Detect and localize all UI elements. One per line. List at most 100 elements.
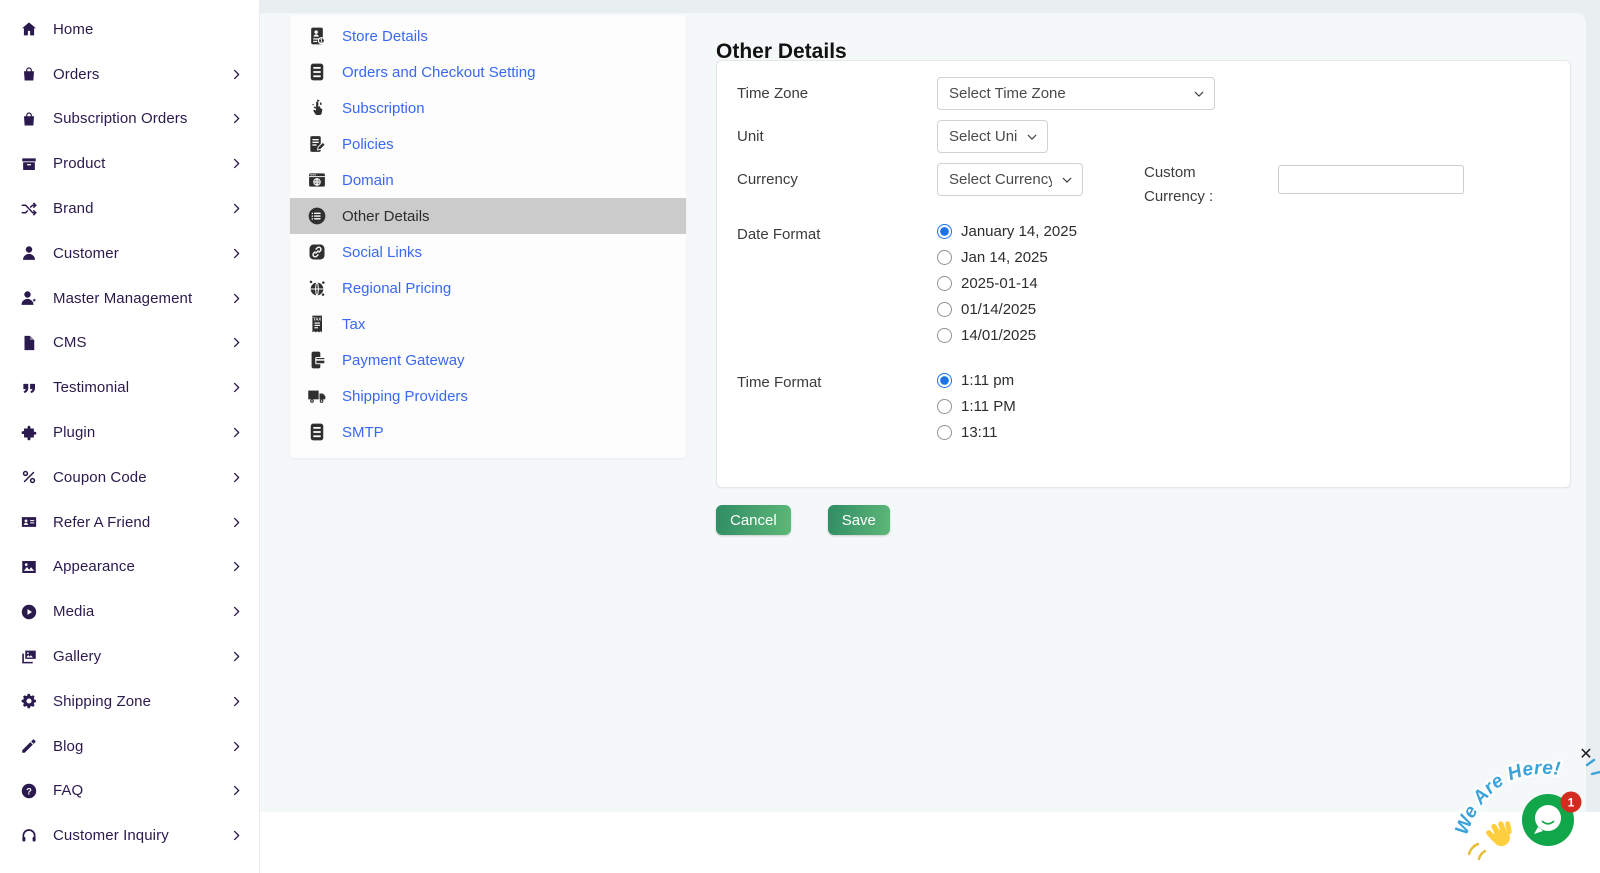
time-format-radio[interactable]	[937, 425, 952, 440]
radio-label: January 14, 2025	[961, 223, 1077, 240]
settings-item-store-details[interactable]: Store Details	[290, 18, 686, 54]
document-lines-icon	[306, 421, 328, 443]
sidebar-item-label: Gallery	[53, 648, 230, 665]
settings-item-label: Policies	[342, 136, 394, 153]
settings-item-regional-pricing[interactable]: Regional Pricing	[290, 270, 686, 306]
sidebar-item-cms[interactable]: CMS	[0, 321, 259, 366]
radio-label: 14/01/2025	[961, 327, 1036, 344]
pencil-icon	[20, 737, 38, 755]
date-format-radio[interactable]	[937, 302, 952, 317]
time-format-radio[interactable]	[937, 399, 952, 414]
settings-item-payment-gateway[interactable]: Payment Gateway	[290, 342, 686, 378]
chat-close-icon[interactable]: ✕	[1576, 745, 1596, 765]
time-zone-select-wrap: Select Time Zone	[937, 77, 1215, 110]
sidebar-item-shipping-zone[interactable]: Shipping Zone	[0, 679, 259, 724]
image-icon	[20, 558, 38, 576]
time-format-label: Time Format	[737, 374, 821, 391]
settings-item-smtp[interactable]: SMTP	[290, 414, 686, 450]
browser-globe-icon	[306, 169, 328, 191]
settings-item-label: Social Links	[342, 244, 422, 261]
sidebar-item-testimonial[interactable]: Testimonial	[0, 365, 259, 410]
document-pencil-icon	[306, 133, 328, 155]
sidebar-item-home[interactable]: Home	[0, 7, 259, 52]
wave-motion-lines	[1469, 844, 1485, 859]
settings-item-social-links[interactable]: Social Links	[290, 234, 686, 270]
sidebar-item-appearance[interactable]: Appearance	[0, 545, 259, 590]
date-format-radio[interactable]	[937, 224, 952, 239]
sidebar-item-label: Subscription Orders	[53, 110, 230, 127]
sidebar-item-subscription-orders[interactable]: Subscription Orders	[0, 97, 259, 142]
date-format-radio[interactable]	[937, 250, 952, 265]
sidebar: Home Orders Subscription Orders Product …	[0, 0, 260, 873]
sidebar-item-media[interactable]: Media	[0, 589, 259, 634]
sidebar-item-label: FAQ	[53, 782, 230, 799]
sidebar-item-master-management[interactable]: Master Management	[0, 276, 259, 321]
cancel-button[interactable]: Cancel	[716, 505, 791, 535]
sidebar-item-faq[interactable]: FAQ	[0, 769, 259, 814]
chevron-right-icon	[230, 381, 243, 394]
chevron-right-icon	[230, 605, 243, 618]
sidebar-item-label: Master Management	[53, 290, 230, 307]
sidebar-item-blog[interactable]: Blog	[0, 724, 259, 769]
time-format-group: 1:11 pm 1:11 PM 13:11	[937, 368, 1016, 445]
sidebar-item-brand[interactable]: Brand	[0, 186, 259, 231]
date-format-label: Date Format	[737, 226, 820, 243]
unread-badge: 1	[1561, 792, 1582, 813]
badge-count: 1	[1568, 796, 1575, 810]
date-format-radio[interactable]	[937, 276, 952, 291]
settings-item-domain[interactable]: Domain	[290, 162, 686, 198]
time-format-radio[interactable]	[937, 373, 952, 388]
document-lines-icon	[306, 61, 328, 83]
settings-item-subscription[interactable]: Subscription	[290, 90, 686, 126]
time-zone-label: Time Zone	[737, 85, 808, 102]
person-gear-icon	[20, 289, 38, 307]
save-button[interactable]: Save	[828, 505, 890, 535]
sidebar-item-coupon-code[interactable]: Coupon Code	[0, 455, 259, 500]
radio-label: 2025-01-14	[961, 275, 1038, 292]
sidebar-item-customer-inquiry[interactable]: Customer Inquiry	[0, 813, 259, 858]
play-circle-icon	[20, 603, 38, 621]
unit-select[interactable]: Select Unit	[937, 120, 1048, 153]
sidebar-item-label: Brand	[53, 200, 230, 217]
puzzle-icon	[20, 424, 38, 442]
settings-item-shipping-providers[interactable]: Shipping Providers	[290, 378, 686, 414]
form-actions: Cancel Save	[716, 505, 890, 535]
sidebar-item-customer[interactable]: Customer	[0, 231, 259, 276]
currency-select[interactable]: Select Currency	[937, 163, 1083, 196]
sidebar-item-label: Plugin	[53, 424, 230, 441]
settings-item-label: Subscription	[342, 100, 425, 117]
sidebar-item-label: Refer A Friend	[53, 514, 230, 531]
sidebar-item-product[interactable]: Product	[0, 141, 259, 186]
settings-item-other-details[interactable]: Other Details	[290, 198, 686, 234]
radio-label: Jan 14, 2025	[961, 249, 1048, 266]
chevron-right-icon	[230, 784, 243, 797]
chevron-right-icon	[230, 471, 243, 484]
settings-item-policies[interactable]: Policies	[290, 126, 686, 162]
sidebar-item-label: Shipping Zone	[53, 693, 230, 710]
box-icon	[20, 155, 38, 173]
question-circle-icon	[20, 782, 38, 800]
settings-item-tax[interactable]: Tax	[290, 306, 686, 342]
shuffle-icon	[20, 200, 38, 218]
other-details-card: Time Zone Select Time Zone Unit Select U…	[716, 60, 1571, 488]
chevron-right-icon	[230, 695, 243, 708]
id-card-icon	[20, 513, 38, 531]
sidebar-item-gallery[interactable]: Gallery	[0, 634, 259, 679]
waving-hand-icon	[1483, 816, 1518, 850]
gear-icon	[20, 692, 38, 710]
chevron-right-icon	[230, 426, 243, 439]
chevron-right-icon	[230, 740, 243, 753]
radio-label: 1:11 PM	[961, 398, 1016, 415]
sidebar-item-orders[interactable]: Orders	[0, 52, 259, 97]
settings-item-orders-checkout[interactable]: Orders and Checkout Setting	[290, 54, 686, 90]
time-zone-select[interactable]: Select Time Zone	[937, 77, 1215, 110]
settings-item-label: Shipping Providers	[342, 388, 468, 405]
chevron-right-icon	[230, 829, 243, 842]
sidebar-item-refer-a-friend[interactable]: Refer A Friend	[0, 500, 259, 545]
unit-label: Unit	[737, 128, 764, 145]
chevron-right-icon	[230, 336, 243, 349]
sidebar-item-label: Home	[53, 21, 243, 38]
custom-currency-input[interactable]	[1278, 165, 1464, 194]
sidebar-item-plugin[interactable]: Plugin	[0, 410, 259, 455]
date-format-radio[interactable]	[937, 328, 952, 343]
